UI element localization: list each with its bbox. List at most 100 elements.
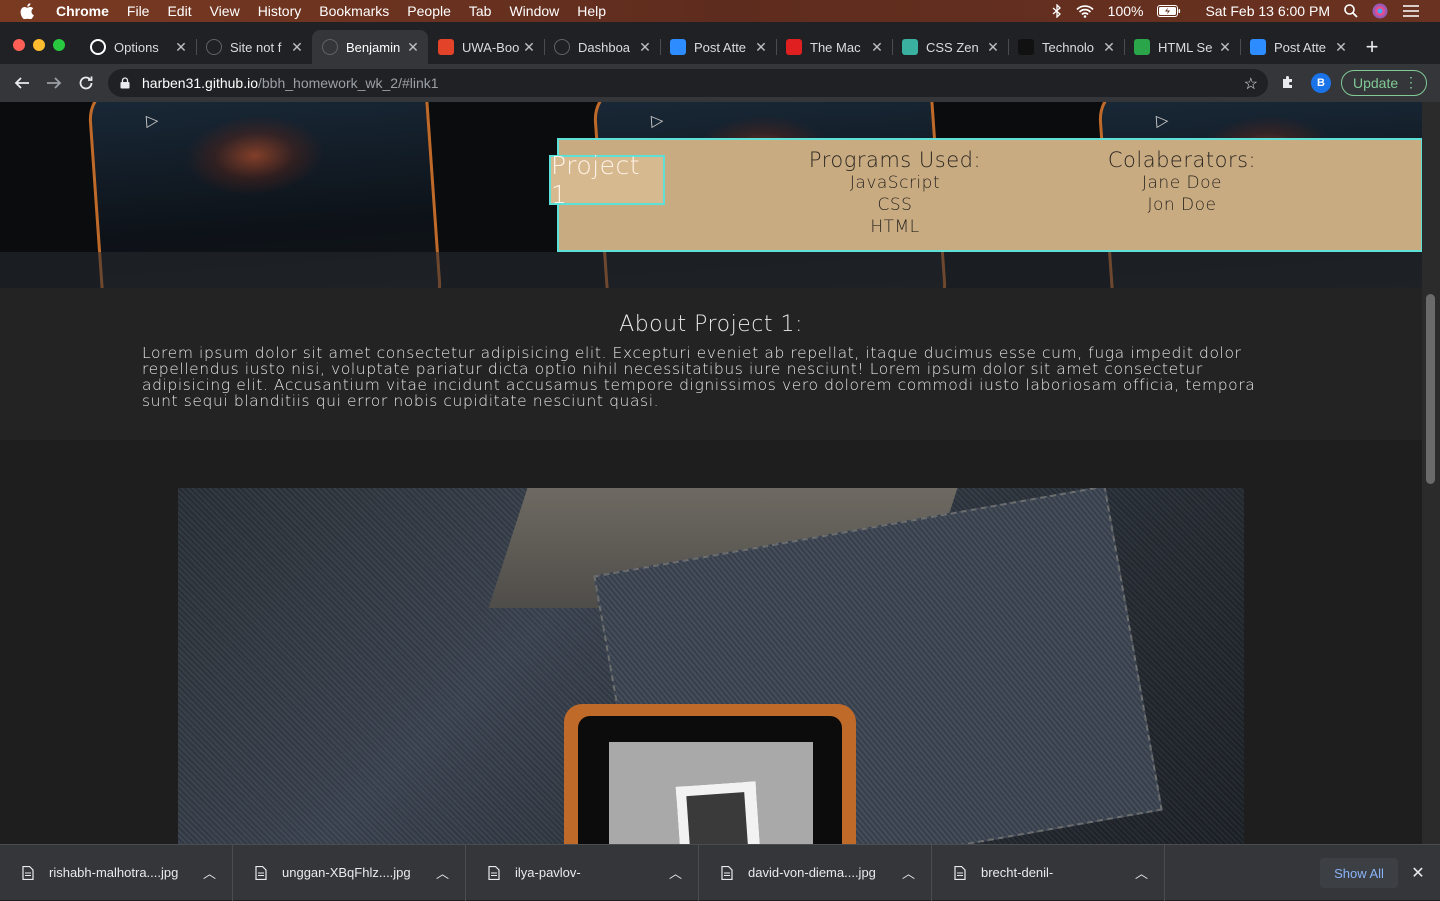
browser-tab[interactable]: Options ✕ bbox=[80, 30, 196, 64]
download-filename: rishabh-malhotra....jpg bbox=[49, 865, 179, 880]
download-item[interactable]: unggan-XBqFhlz....jpg ︿ bbox=[233, 844, 466, 901]
bluetooth-icon[interactable] bbox=[1052, 4, 1062, 18]
browser-tab[interactable]: Dashboa ✕ bbox=[544, 30, 660, 64]
menu-app-name[interactable]: Chrome bbox=[56, 3, 109, 19]
project-title-box[interactable]: Project 1 bbox=[549, 151, 665, 209]
browser-tab[interactable]: UWA-Boo ✕ bbox=[428, 30, 544, 64]
more-menu-icon[interactable]: ⋮ bbox=[1404, 74, 1418, 91]
close-tab-icon[interactable]: ✕ bbox=[754, 39, 768, 56]
chevron-up-icon[interactable]: ︿ bbox=[902, 863, 915, 882]
close-tab-icon[interactable]: ✕ bbox=[290, 39, 304, 56]
forward-button[interactable] bbox=[40, 69, 68, 97]
globe-icon bbox=[206, 39, 222, 55]
download-filename: brecht-denil- bbox=[981, 865, 1054, 880]
collaborator-item: Jon Doe bbox=[1147, 195, 1217, 215]
file-icon bbox=[721, 865, 733, 880]
chevron-up-icon[interactable]: ︿ bbox=[1135, 863, 1148, 882]
collaborators-column: Colaberators: Jane Doe Jon Doe bbox=[1082, 148, 1282, 216]
close-window-button[interactable] bbox=[13, 39, 25, 51]
chevron-up-icon[interactable]: ︿ bbox=[669, 863, 682, 882]
menu-tab[interactable]: Tab bbox=[469, 3, 492, 19]
chevron-up-icon[interactable]: ︿ bbox=[203, 863, 216, 882]
page-scrollbar[interactable] bbox=[1422, 102, 1440, 844]
siri-icon[interactable] bbox=[1372, 3, 1388, 19]
zen-icon bbox=[902, 39, 918, 55]
globe-icon bbox=[554, 39, 570, 55]
menu-edit[interactable]: Edit bbox=[167, 3, 191, 19]
menu-help[interactable]: Help bbox=[577, 3, 606, 19]
browser-tab[interactable]: Post Atte ✕ bbox=[1240, 30, 1356, 64]
download-item[interactable]: brecht-denil- ︿ bbox=[932, 844, 1165, 901]
browser-tab[interactable]: HTML Se ✕ bbox=[1124, 30, 1240, 64]
fullscreen-window-button[interactable] bbox=[53, 39, 65, 51]
project-title: Project 1 bbox=[551, 151, 641, 209]
arrow-right-icon bbox=[47, 77, 62, 89]
close-tab-icon[interactable]: ✕ bbox=[522, 39, 536, 56]
browser-tab[interactable]: Site not f ✕ bbox=[196, 30, 312, 64]
close-tab-icon[interactable]: ✕ bbox=[174, 39, 188, 56]
reload-button[interactable] bbox=[72, 69, 100, 97]
close-tab-icon[interactable]: ✕ bbox=[638, 39, 652, 56]
new-tab-button[interactable]: + bbox=[1362, 36, 1382, 58]
close-tab-icon[interactable]: ✕ bbox=[870, 39, 884, 56]
spotlight-search-icon[interactable] bbox=[1344, 4, 1358, 18]
browser-tab[interactable]: Technolo ✕ bbox=[1008, 30, 1124, 64]
menu-window[interactable]: Window bbox=[509, 3, 559, 19]
close-tab-icon[interactable]: ✕ bbox=[1334, 39, 1348, 56]
project-image-denim bbox=[178, 488, 1244, 844]
tab-title: Options bbox=[114, 39, 159, 55]
file-icon bbox=[255, 865, 267, 880]
collaborator-item: Jane Doe bbox=[1141, 173, 1223, 193]
menu-file[interactable]: File bbox=[127, 3, 150, 19]
play-icon: ▷ bbox=[650, 112, 664, 131]
tab-title: Post Atte bbox=[694, 39, 747, 55]
tab-title: Site not f bbox=[230, 39, 282, 55]
menu-people[interactable]: People bbox=[407, 3, 451, 19]
globe-icon bbox=[322, 39, 338, 55]
tab-title: Benjamin bbox=[346, 39, 401, 55]
extensions-puzzle-icon[interactable] bbox=[1280, 74, 1298, 92]
browser-tab[interactable]: Post Atte ✕ bbox=[660, 30, 776, 64]
browser-tab[interactable]: Benjamin ✕ bbox=[312, 30, 428, 64]
browser-tab[interactable]: CSS Zen ✕ bbox=[892, 30, 1008, 64]
lock-icon[interactable] bbox=[120, 77, 130, 89]
collaborators-heading: Colaberators: bbox=[1107, 148, 1257, 172]
control-center-icon[interactable] bbox=[1402, 5, 1420, 17]
update-button[interactable]: Update ⋮ bbox=[1341, 70, 1427, 96]
address-bar[interactable]: harben31.github.io/bbh_homework_wk_2/#li… bbox=[108, 69, 1268, 97]
menu-view[interactable]: View bbox=[210, 3, 240, 19]
program-item: JavaScript bbox=[849, 173, 941, 193]
menubar-clock[interactable]: Sat Feb 13 6:00 PM bbox=[1205, 3, 1330, 19]
program-item: HTML bbox=[870, 217, 920, 237]
download-filename: david-von-diema....jpg bbox=[748, 865, 876, 880]
program-item: CSS bbox=[877, 195, 913, 215]
close-tab-icon[interactable]: ✕ bbox=[406, 39, 420, 56]
download-item[interactable]: rishabh-malhotra....jpg ︿ bbox=[0, 844, 233, 901]
download-item[interactable]: ilya-pavlov- ︿ bbox=[466, 844, 699, 901]
update-label: Update bbox=[1353, 75, 1399, 91]
battery-charging-icon[interactable] bbox=[1157, 5, 1181, 17]
downloads-shelf: rishabh-malhotra....jpg ︿ unggan-XBqFhlz… bbox=[0, 844, 1440, 901]
mac-menu-bar: Chrome File Edit View History Bookmarks … bbox=[0, 0, 1440, 22]
tab-title: The Mac bbox=[810, 39, 861, 55]
close-tab-icon[interactable]: ✕ bbox=[1218, 39, 1232, 56]
browser-toolbar: harben31.github.io/bbh_homework_wk_2/#li… bbox=[0, 64, 1440, 102]
download-item[interactable]: david-von-diema....jpg ︿ bbox=[699, 844, 932, 901]
tech-icon bbox=[1018, 39, 1034, 55]
menu-history[interactable]: History bbox=[258, 3, 302, 19]
show-all-downloads-button[interactable]: Show All bbox=[1320, 858, 1398, 888]
chevron-up-icon[interactable]: ︿ bbox=[436, 863, 449, 882]
close-tab-icon[interactable]: ✕ bbox=[986, 39, 1000, 56]
wifi-icon[interactable] bbox=[1076, 4, 1094, 18]
apple-icon[interactable] bbox=[20, 3, 34, 19]
minimize-window-button[interactable] bbox=[33, 39, 45, 51]
arrow-left-icon bbox=[14, 77, 29, 89]
bookmark-star-icon[interactable]: ☆ bbox=[1244, 74, 1258, 94]
close-tab-icon[interactable]: ✕ bbox=[1102, 39, 1116, 56]
browser-tab[interactable]: The Mac ✕ bbox=[776, 30, 892, 64]
back-button[interactable] bbox=[8, 69, 36, 97]
close-icon[interactable]: ✕ bbox=[1410, 863, 1426, 883]
profile-avatar[interactable]: B bbox=[1311, 73, 1331, 93]
menu-bookmarks[interactable]: Bookmarks bbox=[319, 3, 389, 19]
scrollbar-thumb[interactable] bbox=[1426, 294, 1435, 484]
